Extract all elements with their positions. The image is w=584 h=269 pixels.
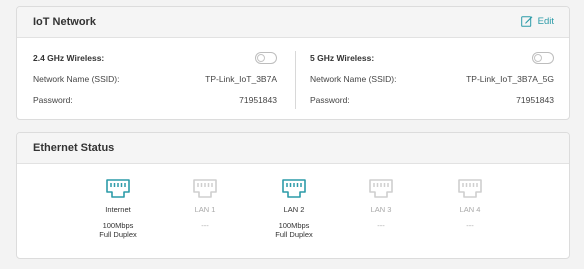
ssid-5-label: Network Name (SSID):	[310, 74, 397, 84]
port-speed: ---	[377, 221, 385, 230]
wireless-5-toggle[interactable]	[532, 52, 554, 64]
port-speed: ---	[201, 221, 209, 230]
wireless-24-toggle[interactable]	[255, 52, 277, 64]
column-divider	[295, 51, 296, 109]
password-24-row: Password: 71951843	[33, 91, 277, 112]
password-24-label: Password:	[33, 95, 73, 105]
edit-label: Edit	[537, 15, 554, 27]
wireless-24-label: 2.4 GHz Wireless:	[33, 53, 105, 63]
port-name: LAN 1	[194, 205, 216, 214]
port-lan1: LAN 1 ---	[170, 179, 240, 230]
port-name: Internet	[105, 205, 131, 214]
port-duplex: Full Duplex	[275, 230, 313, 239]
edit-button[interactable]: Edit	[520, 15, 554, 27]
iot-network-title: IoT Network	[33, 16, 96, 28]
port-lan2: LAN 2 100Mbps Full Duplex	[259, 179, 329, 239]
wireless-24-row: 2.4 GHz Wireless:	[33, 49, 277, 70]
port-duplex: Full Duplex	[99, 230, 137, 239]
wireless-24-section: 2.4 GHz Wireless: Network Name (SSID): T…	[33, 49, 277, 112]
password-5-label: Password:	[310, 95, 350, 105]
iot-network-header: IoT Network Edit	[17, 7, 569, 38]
port-speed: ---	[466, 221, 474, 230]
port-internet: Internet 100Mbps Full Duplex	[83, 179, 153, 239]
toggle-knob	[534, 54, 542, 62]
ssid-5-row: Network Name (SSID): TP-Link_IoT_3B7A_5G	[310, 70, 554, 91]
port-speed: 100Mbps	[102, 221, 134, 230]
toggle-knob	[257, 54, 265, 62]
ethernet-port-icon	[369, 179, 393, 198]
ethernet-port-icon	[282, 179, 306, 198]
port-lan4: LAN 4 ---	[435, 179, 505, 230]
wireless-5-section: 5 GHz Wireless: Network Name (SSID): TP-…	[310, 49, 554, 112]
password-5-value: 71951843	[516, 95, 554, 105]
ssid-5-value: TP-Link_IoT_3B7A_5G	[466, 74, 554, 84]
ethernet-status-header: Ethernet Status	[17, 133, 569, 164]
password-24-value: 71951843	[239, 95, 277, 105]
password-5-row: Password: 71951843	[310, 91, 554, 112]
port-speed: 100Mbps	[278, 221, 310, 230]
iot-network-card: IoT Network Edit 2.4 GHz Wireless: Netwo…	[16, 6, 570, 120]
ssid-24-label: Network Name (SSID):	[33, 74, 120, 84]
ssid-24-value: TP-Link_IoT_3B7A	[205, 74, 277, 84]
ethernet-port-icon	[458, 179, 482, 198]
ssid-24-row: Network Name (SSID): TP-Link_IoT_3B7A	[33, 70, 277, 91]
wireless-5-row: 5 GHz Wireless:	[310, 49, 554, 70]
port-lan3: LAN 3 ---	[346, 179, 416, 230]
port-name: LAN 3	[370, 205, 392, 214]
ethernet-port-icon	[193, 179, 217, 198]
port-name: LAN 4	[459, 205, 481, 214]
edit-icon	[520, 16, 533, 27]
ethernet-status-title: Ethernet Status	[33, 142, 115, 154]
port-name: LAN 2	[283, 205, 305, 214]
ethernet-status-card: Ethernet Status Internet 100Mbps Full Du…	[16, 132, 570, 259]
wireless-5-label: 5 GHz Wireless:	[310, 53, 375, 63]
ethernet-port-icon	[106, 179, 130, 198]
